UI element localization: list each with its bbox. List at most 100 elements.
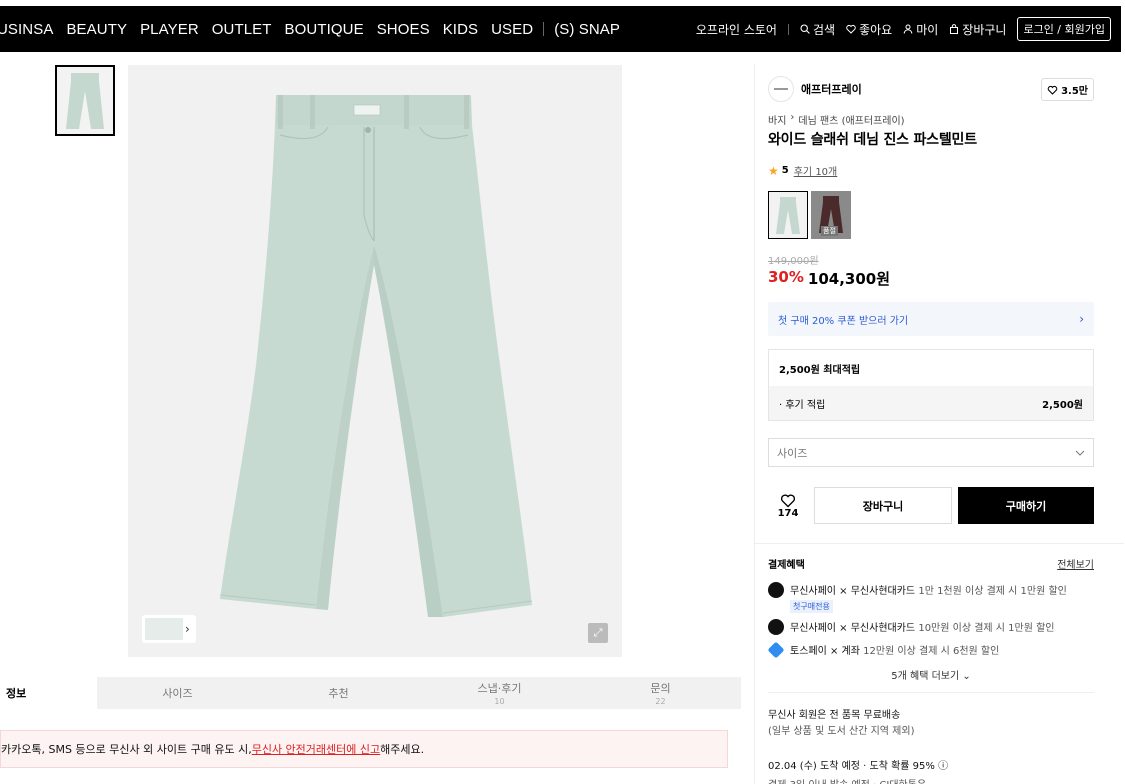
search-link[interactable]: 검색 [800, 21, 835, 38]
breadcrumb-item[interactable]: 데님 팬츠 (애프터프레이) [798, 112, 904, 127]
jeans-thumbnail-image [57, 67, 113, 134]
wishlist-button[interactable]: 174 [768, 493, 808, 519]
section-divider [768, 692, 1094, 693]
tab-inquiry[interactable]: 문의 22 [580, 677, 741, 709]
info-icon[interactable]: ⓘ [938, 761, 948, 772]
tab-snap-review[interactable]: 스냅·후기 10 [419, 677, 580, 709]
user-icon [903, 24, 913, 34]
benefit-item: 무신사페이 × 무신사현대카드 10만원 이상 결제 시 1만원 할인 [768, 619, 1094, 635]
nav-item-snap[interactable]: (S) SNAP [554, 21, 620, 38]
benefit-item: 토스페이 × 계좌 12만원 이상 결제 시 6천원 할인 [767, 641, 1094, 659]
tab-info[interactable]: 정보 [0, 677, 97, 709]
cart-label: 장바구니 [962, 22, 1007, 37]
panel-divider [754, 64, 755, 784]
sold-out-tag: 품절 [821, 226, 838, 236]
brand-like-button[interactable]: 3.5만 [1041, 78, 1094, 101]
nav-item-outlet[interactable]: OUTLET [212, 21, 272, 38]
dispatch-text: 결제 3일 이내 발송 예정 · CJ대한통운 [768, 776, 1094, 784]
cart-link[interactable]: 장바구니 [949, 21, 1006, 38]
top-navigation-bar: USINSA BEAUTY PLAYER OUTLET BOUTIQUE SHO… [0, 6, 1121, 52]
breadcrumb: 바지 › 데님 팬츠 (애프터프레이) [768, 112, 1094, 127]
more-benefits-label: 5개 혜택 더보기 [891, 671, 960, 682]
benefit-desc: 12만원 이상 결제 시 6천원 할인 [863, 646, 1000, 657]
star-icon: ★ [768, 163, 779, 178]
swatch-brown[interactable]: 품절 [811, 191, 851, 239]
tab-inquiry-count: 22 [655, 697, 666, 706]
image-pager[interactable]: › [142, 615, 196, 643]
heart-icon [846, 24, 856, 34]
shopping-bag-icon [950, 24, 959, 34]
offline-store-link[interactable]: 오프라인 스토어 [696, 21, 777, 38]
payment-benefits-title: 결제혜택 [768, 560, 805, 571]
size-select[interactable]: 사이즈 [768, 438, 1094, 467]
tab-snap-review-count: 10 [494, 697, 505, 706]
view-all-benefits-link[interactable]: 전체보기 [1057, 556, 1094, 571]
zoom-icon[interactable]: ⤢ [588, 623, 608, 643]
card-icon [768, 619, 784, 635]
breadcrumb-item[interactable]: 바지 [768, 112, 786, 127]
my-label: 마이 [916, 22, 939, 37]
warning-prefix: 카카오톡, SMS 등으로 무신사 외 사이트 구매 유도 시, [1, 743, 252, 756]
brand-row: 애프터프레이 3.5만 [768, 75, 1094, 103]
points-row: · 후기 적립 2,500원 [769, 386, 1093, 420]
benefit-name: 토스페이 × 계좌 [790, 646, 860, 657]
first-purchase-coupon-banner[interactable]: 첫 구매 20% 쿠폰 받으러 가기 › [768, 302, 1094, 336]
product-detail-tabs: 정보 사이즈 추천 스냅·후기 10 문의 22 [0, 677, 741, 709]
price-row: 30% 104,300원 [768, 268, 1094, 289]
shipping-exception-text: (일부 상품 및 도서 산간 지역 제외) [768, 726, 915, 737]
warning-suffix: 해주세요. [380, 743, 425, 756]
product-thumbnail[interactable] [55, 65, 115, 136]
nav-item-shoes[interactable]: SHOES [377, 21, 430, 38]
pager-thumbnail[interactable] [145, 618, 183, 640]
nav-divider [543, 22, 545, 36]
chevron-down-icon [1075, 450, 1085, 456]
heart-icon [1047, 85, 1058, 95]
nav-item-player[interactable]: PLAYER [140, 21, 199, 38]
brand-logo[interactable] [768, 76, 794, 102]
shipping-free-text: 무신사 회원은 전 품목 무료배송 [768, 710, 901, 721]
add-to-cart-button[interactable]: 장바구니 [814, 487, 952, 524]
coupon-text: 첫 구매 20% 쿠폰 받으러 가기 [778, 315, 909, 327]
nav-item-beauty[interactable]: BEAUTY [66, 21, 127, 38]
swatch-mint[interactable] [768, 191, 808, 239]
card-icon [768, 582, 784, 598]
product-main-image[interactable]: › ⤢ [128, 65, 622, 657]
safe-trade-warning: 카카오톡, SMS 등으로 무신사 외 사이트 구매 유도 시, 무신사 안전거… [0, 730, 728, 768]
my-link[interactable]: 마이 [903, 21, 938, 38]
swatch-mint-image [776, 197, 800, 234]
nav-item-used[interactable]: USED [491, 21, 533, 38]
buy-now-button[interactable]: 구매하기 [958, 487, 1094, 524]
search-label: 검색 [812, 22, 836, 37]
category-nav: USINSA BEAUTY PLAYER OUTLET BOUTIQUE SHO… [0, 6, 620, 52]
search-icon [800, 24, 810, 34]
login-button[interactable]: 로그인 / 회원가입 [1017, 17, 1111, 41]
like-label: 좋아요 [859, 22, 893, 37]
original-price: 149,000원 [768, 256, 819, 267]
benefit-name: 무신사페이 × 무신사현대카드 [790, 623, 916, 634]
toss-icon [767, 641, 785, 659]
points-row-value: 2,500원 [1042, 399, 1083, 411]
benefit-item: 무신사페이 × 무신사현대카드 1만 1천원 이상 결제 시 1만원 할인 첫구… [768, 582, 1094, 613]
nav-item-kids[interactable]: KIDS [443, 21, 478, 38]
points-title: 2,500원 최대적립 [779, 364, 861, 376]
tab-recommend[interactable]: 추천 [258, 677, 419, 709]
chevron-right-icon: › [1079, 312, 1084, 326]
tab-info-label: 정보 [6, 687, 27, 700]
size-select-placeholder: 사이즈 [777, 446, 808, 460]
review-count-link[interactable]: 후기 10개 [794, 163, 838, 178]
nav-item-usinsa[interactable]: USINSA [0, 21, 53, 38]
more-benefits-button[interactable]: 5개 혜택 더보기 ⌄ [768, 667, 1094, 682]
top-navigation: USINSA BEAUTY PLAYER OUTLET BOUTIQUE SHO… [0, 0, 1125, 52]
tab-size[interactable]: 사이즈 [97, 677, 258, 709]
points-box: 2,500원 최대적립 · 후기 적립 2,500원 [768, 349, 1094, 421]
safe-trade-report-link[interactable]: 무신사 안전거래센터에 신고 [252, 741, 380, 757]
like-link[interactable]: 좋아요 [846, 21, 892, 38]
chevron-right-icon[interactable]: › [185, 622, 190, 636]
nav-item-boutique[interactable]: BOUTIQUE [285, 21, 364, 38]
brand-name[interactable]: 애프터프레이 [801, 81, 862, 97]
benefit-name: 무신사페이 × 무신사현대카드 [790, 586, 916, 597]
chevron-right-icon: › [790, 112, 795, 123]
benefit-desc: 1만 1천원 이상 결제 시 1만원 할인 [918, 586, 1067, 597]
sale-price: 104,300원 [807, 270, 891, 288]
delivery-estimate-text: 02.04 (수) 도착 예정 · 도착 확률 95% [768, 761, 935, 772]
